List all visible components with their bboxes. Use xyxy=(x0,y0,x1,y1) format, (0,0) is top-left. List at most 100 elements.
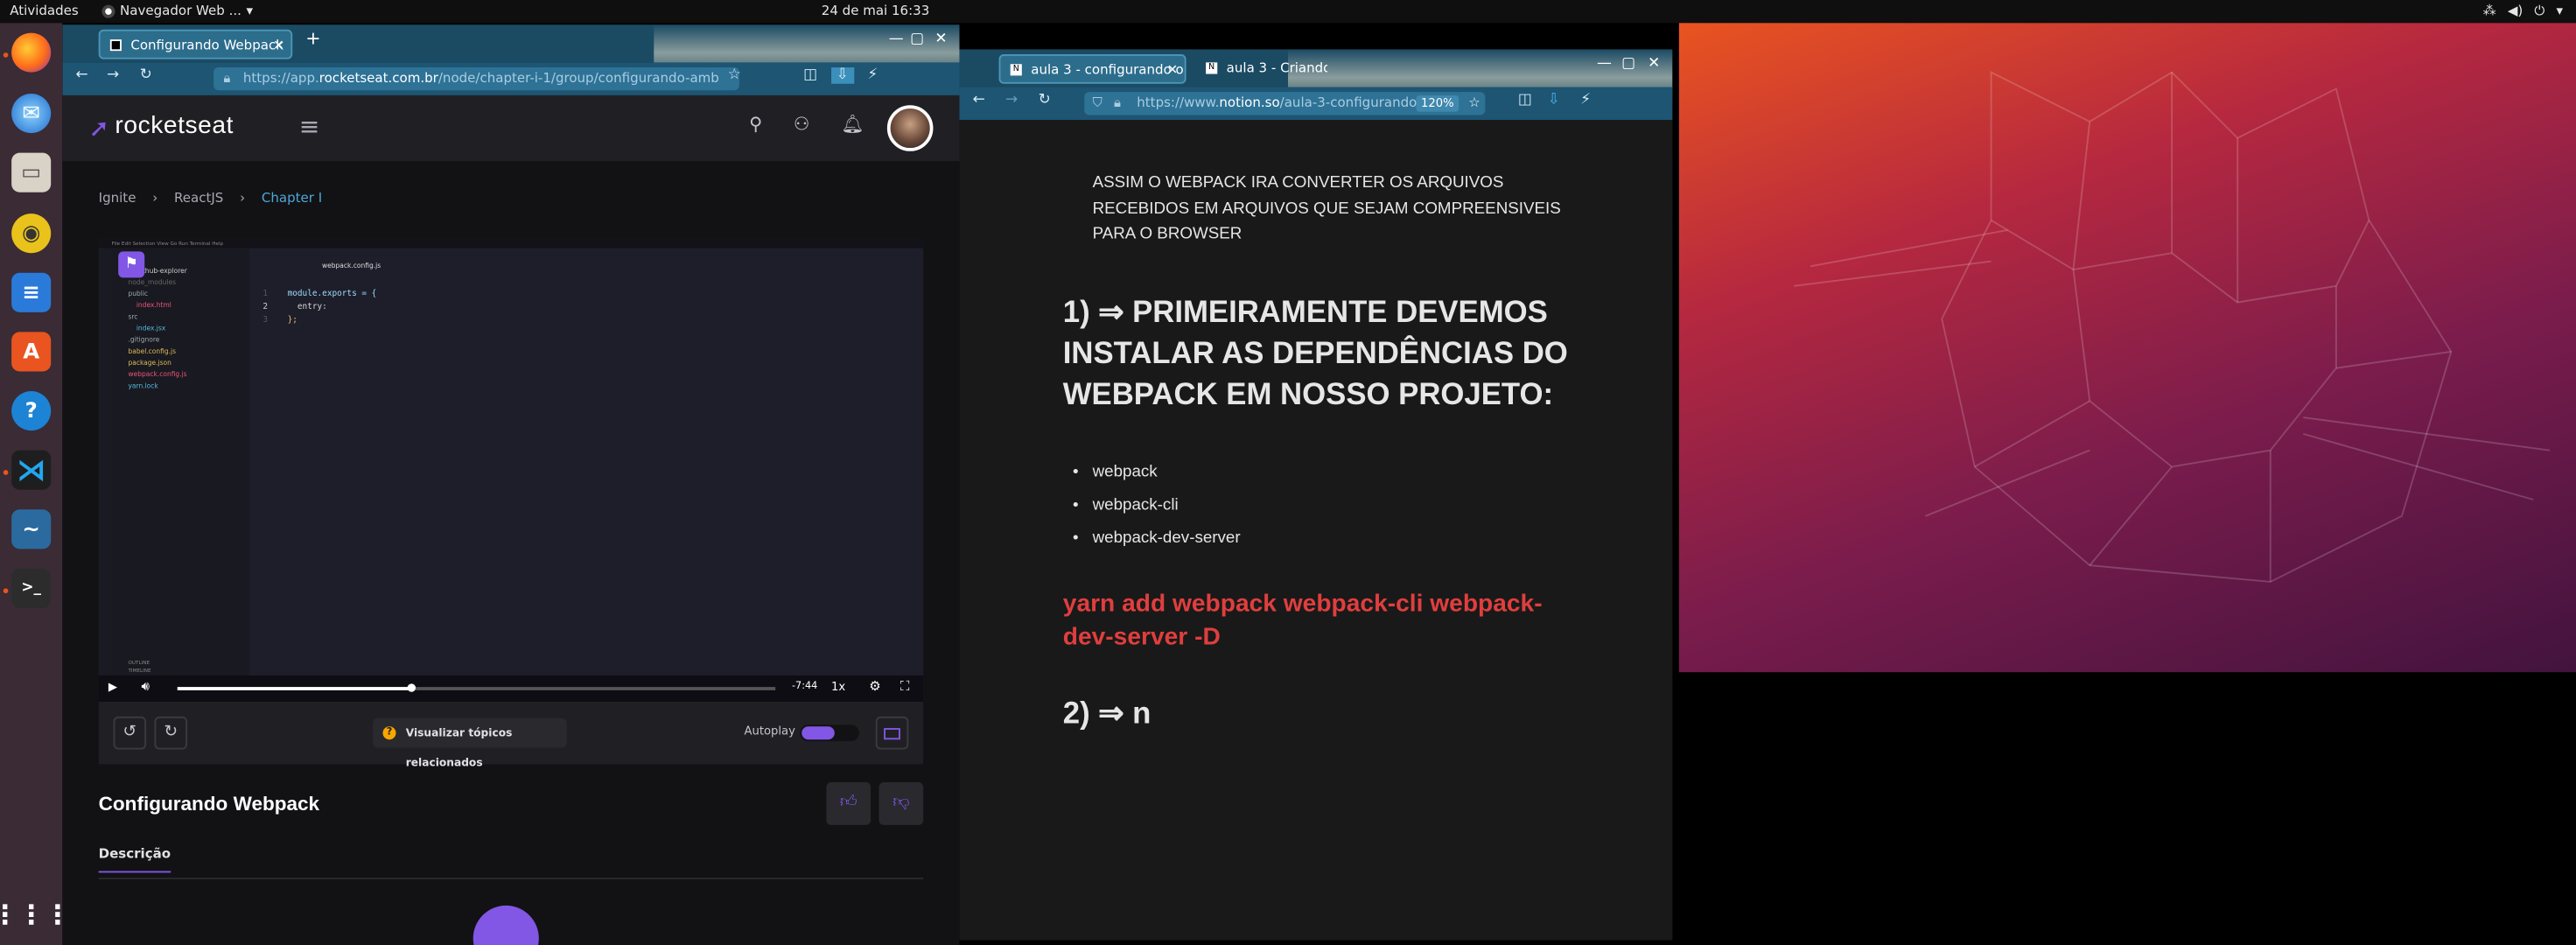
close-tab-icon[interactable]: ✕ xyxy=(273,32,284,58)
files-icon[interactable]: ▭ xyxy=(11,152,52,192)
panel-outline: OUTLINE xyxy=(128,659,150,666)
pocket-icon[interactable]: ◫ xyxy=(803,67,817,84)
notion-favicon-icon: N xyxy=(1206,62,1218,74)
forward-icon[interactable]: → xyxy=(1005,92,1018,108)
bullet-icon: • xyxy=(1073,496,1079,514)
back-icon[interactable]: ← xyxy=(973,92,985,108)
volume-icon[interactable]: 🔊︎ xyxy=(141,679,149,696)
rhythmbox-icon[interactable]: ◉ xyxy=(11,214,52,254)
explorer-file: .gitignore xyxy=(128,335,160,344)
fullscreen-icon[interactable]: ⛶ xyxy=(900,679,910,696)
extension-icon[interactable]: ⚡ xyxy=(1580,92,1591,108)
system-tray[interactable]: ⁂ ◀) ⏻ ▾ xyxy=(2483,0,2563,23)
tab-aula-3-configurando[interactable]: N aula 3 - configurando o w ✕ xyxy=(998,53,1186,84)
software-icon[interactable]: A xyxy=(11,332,52,372)
vscode-icon[interactable]: ⋊ xyxy=(11,450,52,490)
activities-button[interactable]: Atividades xyxy=(10,0,78,23)
back-icon[interactable]: ← xyxy=(75,67,88,84)
code-line: }; xyxy=(287,315,298,326)
vscode-activitybar xyxy=(98,248,112,676)
terminal-icon[interactable]: >_ xyxy=(11,568,52,608)
explorer-file: index.html xyxy=(136,300,172,310)
tab-configurando-webpack[interactable]: Configurando Webpack ✕ xyxy=(98,29,293,60)
tab-title: aula 3 - Criando a estr xyxy=(1226,60,1328,76)
app-menu[interactable]: Navegador Web ... ▾ xyxy=(102,0,253,23)
editor-tab: webpack.config.js xyxy=(322,261,382,270)
bookmark-star-icon[interactable]: ☆ xyxy=(1468,92,1480,115)
lesson-title: Configurando Webpack xyxy=(98,792,320,816)
firefox-icon[interactable] xyxy=(11,32,52,73)
help-icon[interactable]: ? xyxy=(11,391,52,431)
avatar[interactable] xyxy=(886,105,934,151)
downloads-icon[interactable]: ⇩ xyxy=(831,67,854,84)
notion-page: ASSIM O WEBPACK IRA CONVERTER OS ARQUIVO… xyxy=(959,120,1673,941)
downloads-icon[interactable]: ⇩ xyxy=(1548,92,1560,108)
writer-icon[interactable]: ≡ xyxy=(11,272,52,312)
url-domain: notion.so xyxy=(1219,94,1280,110)
list-item-text: webpack xyxy=(1092,463,1158,482)
hamburger-menu-icon[interactable]: ≡ xyxy=(299,112,320,142)
tab-favicon-icon xyxy=(109,39,122,52)
volume-icon: ◀) xyxy=(2507,3,2524,18)
dislike-button[interactable]: 👎︎ xyxy=(878,782,924,825)
related-topics-button[interactable]: ? Visualizar tópicos relacionados xyxy=(373,718,567,769)
add-user-icon[interactable]: ⚇ xyxy=(794,114,810,135)
tab-description[interactable]: Descrição xyxy=(98,846,172,873)
close-tab-icon[interactable]: ✕ xyxy=(1167,56,1179,82)
play-icon[interactable]: ▶ xyxy=(108,681,117,694)
site-logo[interactable]: rocketseat xyxy=(115,112,234,140)
floating-action-button[interactable] xyxy=(472,905,539,945)
tab-title: aula 3 - configurando o w xyxy=(1031,62,1186,78)
bullet-icon: • xyxy=(1073,528,1079,548)
minimize-icon[interactable]: — xyxy=(889,32,904,48)
search-icon[interactable]: ⚲ xyxy=(749,114,762,135)
close-window-icon[interactable]: ✕ xyxy=(934,32,947,48)
running-indicator xyxy=(3,470,9,475)
progress-fill xyxy=(177,687,411,690)
maximize-icon[interactable]: ▢ xyxy=(910,32,924,48)
tab-bar: N aula 3 - configurando o w ✕ N aula 3 -… xyxy=(959,49,1673,121)
clock[interactable]: 24 de mai 16:33 xyxy=(822,0,930,23)
breadcrumb-item[interactable]: ReactJS xyxy=(174,191,223,206)
explorer-file: ig-github-explorer xyxy=(128,266,187,275)
settings-gear-icon[interactable]: ⚙ xyxy=(869,679,880,694)
breadcrumb-item-current[interactable]: Chapter I xyxy=(262,191,322,206)
video-player[interactable]: File Edit Selection View Go Run Terminal… xyxy=(98,238,924,703)
mysql-icon[interactable]: ~ xyxy=(11,509,52,550)
extension-icon[interactable]: ⚡ xyxy=(867,67,878,84)
autoplay-toggle[interactable] xyxy=(800,724,859,742)
like-button[interactable]: 👍︎ xyxy=(826,782,872,825)
progress-handle[interactable] xyxy=(407,683,416,692)
list-item-text: webpack-cli xyxy=(1092,496,1179,514)
thunderbird-icon[interactable]: ✉ xyxy=(11,94,52,134)
url-prefix: https://app. xyxy=(242,70,319,86)
minimize-icon[interactable]: — xyxy=(1597,56,1612,73)
zoom-level[interactable]: 120% xyxy=(1416,94,1460,112)
lock-icon: 🔒︎ xyxy=(1113,94,1121,110)
speed-button[interactable]: 1x xyxy=(831,681,845,694)
theater-mode-icon[interactable] xyxy=(875,716,909,750)
chevron-down-icon: ▾ xyxy=(246,3,254,18)
maximize-icon[interactable]: ▢ xyxy=(1621,56,1635,73)
bell-icon[interactable]: 🔔︎ xyxy=(841,114,864,135)
address-bar[interactable]: 🔒︎ https://app.rocketseat.com.br/node/ch… xyxy=(214,67,739,91)
reload-icon[interactable]: ↻ xyxy=(1039,92,1051,108)
rewind-icon[interactable]: ↺ xyxy=(113,716,147,750)
explorer-file: node_modules xyxy=(128,277,177,286)
running-indicator xyxy=(3,588,9,594)
reload-icon[interactable]: ↻ xyxy=(140,67,152,84)
url-path: /node/chapter-i-1/group/configurando-amb xyxy=(438,70,719,86)
bookmark-icon[interactable]: ⚑ xyxy=(118,251,145,278)
tab-aula-3-criando[interactable]: N aula 3 - Criando a estr xyxy=(1196,54,1327,84)
apps-grid-icon[interactable]: ⋮⋮⋮ xyxy=(0,894,71,934)
close-window-icon[interactable]: ✕ xyxy=(1648,56,1660,73)
forward-icon[interactable]: ↻ xyxy=(154,716,188,750)
vscode-titlebar: File Edit Selection View Go Run Terminal… xyxy=(98,238,924,248)
progress-bar[interactable] xyxy=(177,683,776,692)
bookmark-star-icon[interactable]: ☆ xyxy=(728,67,741,84)
breadcrumb-item[interactable]: Ignite xyxy=(99,191,136,206)
pocket-icon[interactable]: ◫ xyxy=(1518,92,1532,108)
address-bar[interactable]: ⛉ 🔒︎ https://www.notion.so/aula-3-config… xyxy=(1084,92,1486,116)
forward-icon[interactable]: → xyxy=(107,67,119,84)
new-tab-icon[interactable]: + xyxy=(305,28,320,49)
